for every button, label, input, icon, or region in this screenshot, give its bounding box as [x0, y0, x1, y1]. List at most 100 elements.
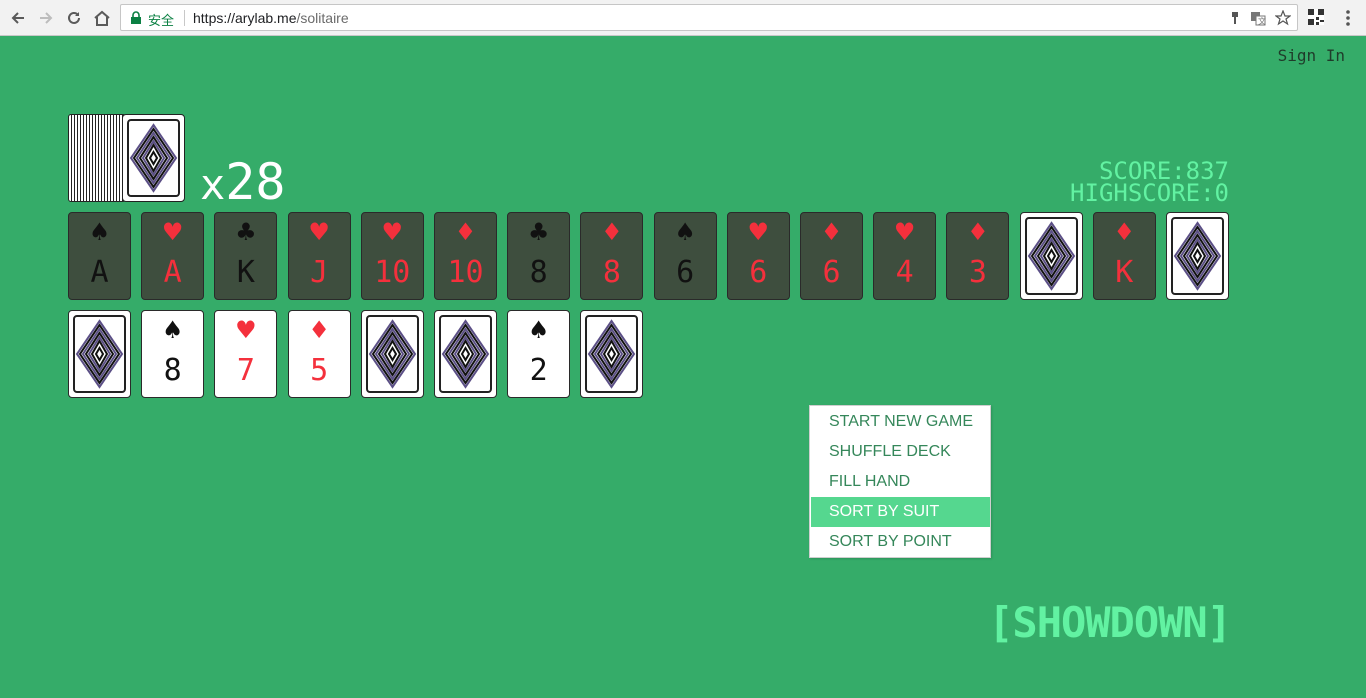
deck-count: x28	[200, 150, 286, 217]
card-suit: ♦	[820, 218, 843, 246]
paint-brush-icon[interactable]	[1227, 10, 1243, 26]
card-suit: ♥	[747, 218, 770, 246]
card-rank: 6	[822, 255, 841, 290]
card-rank: 10	[374, 255, 411, 290]
card-suit: ♦	[967, 218, 989, 246]
card-suit: ♦	[1113, 218, 1136, 246]
qr-code-icon[interactable]	[1308, 9, 1324, 25]
card[interactable]: ♠ 2	[507, 310, 571, 398]
card-suit: ♠	[88, 218, 111, 246]
svg-text:文: 文	[1258, 16, 1266, 26]
highscore-label: HIGHSCORE:	[1070, 179, 1215, 207]
card-suit: ♥	[161, 218, 184, 246]
highscore-line: HIGHSCORE:0	[1070, 179, 1229, 207]
card-suit: ♣	[235, 218, 257, 246]
deck-stack[interactable]	[68, 114, 126, 202]
showdown-button[interactable]: [SHOWDOWN]	[988, 598, 1232, 648]
sign-in-link[interactable]: Sign In	[1278, 46, 1345, 65]
card[interactable]: ♣ 8	[507, 212, 571, 300]
card[interactable]: ♦ 10	[434, 212, 497, 300]
card-rank: 4	[895, 255, 914, 290]
back-arrow-icon[interactable]	[6, 6, 30, 30]
card-rank: 8	[163, 353, 182, 388]
home-icon[interactable]	[90, 6, 114, 30]
card-face-down[interactable]	[1019, 212, 1083, 300]
card[interactable]: ♦ 3	[946, 212, 1010, 300]
menu-item-start-new-game[interactable]: START NEW GAME	[811, 407, 990, 437]
card-suit: ♣	[527, 218, 550, 246]
deck-count-prefix: x	[200, 160, 226, 209]
card[interactable]: ♥ J	[287, 212, 351, 300]
more-menu-icon[interactable]	[1342, 8, 1354, 28]
card-suit: ♦	[308, 316, 330, 344]
score-panel: SCORE:837 HIGHSCORE:0	[1070, 159, 1229, 207]
card[interactable]: ♥ 4	[873, 212, 937, 300]
card[interactable]: ♥ A	[141, 212, 205, 300]
card-suit: ♠	[161, 316, 184, 344]
card-rank: 8	[529, 255, 548, 290]
address-bar[interactable]: 安全 https://arylab.me/solitaire 文	[120, 4, 1298, 31]
card[interactable]: ♦ 5	[287, 310, 351, 398]
card-suit: ♥	[381, 218, 404, 246]
card[interactable]: ♠ A	[68, 212, 131, 300]
highscore-value: 0	[1214, 179, 1229, 207]
card-face-down[interactable]	[580, 310, 644, 398]
address-separator	[184, 10, 185, 26]
card-back-pattern-icon	[127, 119, 180, 197]
translate-icon[interactable]: 文	[1250, 10, 1266, 26]
card[interactable]: ♦ K	[1092, 212, 1156, 300]
card[interactable]: ♠ 6	[653, 212, 717, 300]
card-back-pattern-icon	[1024, 217, 1078, 295]
card-rank: 2	[529, 353, 548, 388]
card-rank: 7	[236, 353, 255, 388]
card-suit: ♥	[893, 218, 916, 246]
card-suit: ♥	[235, 316, 257, 344]
card-face-down[interactable]	[68, 310, 131, 398]
card-rank: 6	[676, 255, 695, 290]
deck-count-value: 28	[225, 153, 286, 211]
menu-item-shuffle-deck[interactable]: SHUFFLE DECK	[811, 437, 990, 467]
card-face-down[interactable]	[360, 310, 424, 398]
card-suit: ♠	[674, 218, 696, 246]
card[interactable]: ♦ 8	[580, 212, 644, 300]
url-host: https://arylab.me	[193, 10, 297, 26]
card[interactable]: ♣ K	[214, 212, 278, 300]
card-rank: K	[236, 255, 255, 290]
lock-icon	[131, 11, 141, 24]
card-rank: K	[1115, 255, 1134, 290]
card-back-pattern-icon	[585, 315, 639, 393]
browser-toolbar: 安全 https://arylab.me/solitaire 文	[0, 0, 1366, 36]
card-rank: A	[90, 255, 109, 290]
card-back-pattern-icon	[73, 315, 126, 393]
card-rank: 3	[968, 255, 987, 290]
menu-item-sort-by-suit[interactable]: SORT BY SUIT	[811, 497, 990, 527]
card-suit: ♦	[601, 218, 623, 246]
card[interactable]: ♥ 6	[726, 212, 790, 300]
deck-top-card[interactable]	[122, 114, 185, 202]
card-back-pattern-icon	[365, 315, 419, 393]
card[interactable]: ♥ 10	[360, 212, 424, 300]
card-back-pattern-icon	[1171, 217, 1224, 295]
context-menu: START NEW GAME SHUFFLE DECK FILL HAND SORT …	[809, 405, 991, 558]
card-rank: J	[310, 255, 329, 290]
card-rank: 8	[602, 255, 621, 290]
secure-label: 安全	[148, 13, 175, 28]
url-path: /solitaire	[296, 10, 349, 26]
card-face-down[interactable]	[434, 310, 497, 398]
menu-item-sort-by-point[interactable]: SORT BY POINT	[811, 527, 990, 557]
url-text[interactable]: https://arylab.me/solitaire	[193, 10, 349, 26]
star-icon[interactable]	[1275, 10, 1291, 26]
card-rank: 10	[447, 255, 484, 290]
card[interactable]: ♥ 7	[214, 310, 278, 398]
menu-item-fill-hand[interactable]: FILL HAND	[811, 467, 990, 497]
card[interactable]: ♠ 8	[141, 310, 205, 398]
card-suit: ♠	[527, 316, 550, 344]
card-rank: 6	[749, 255, 768, 290]
card-suit: ♦	[454, 218, 477, 246]
reload-icon[interactable]	[62, 6, 86, 30]
card-suit: ♥	[308, 218, 330, 246]
forward-arrow-icon[interactable]	[34, 6, 58, 30]
card-face-down[interactable]	[1166, 212, 1229, 300]
card[interactable]: ♦ 6	[800, 212, 863, 300]
card-back-pattern-icon	[439, 315, 492, 393]
